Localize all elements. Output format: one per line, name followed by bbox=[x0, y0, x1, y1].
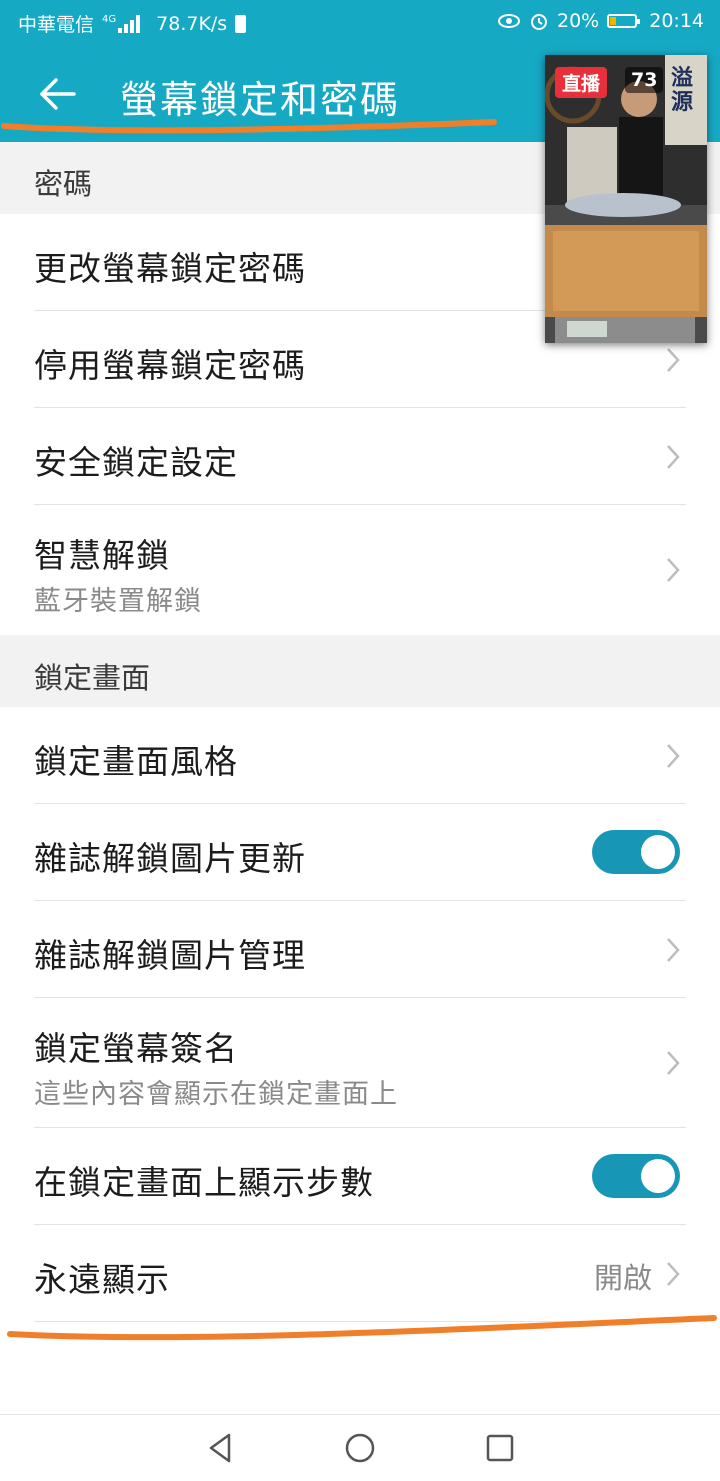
divider bbox=[34, 1321, 686, 1322]
row-show-steps[interactable]: 在鎖定畫面上顯示步數 bbox=[0, 1128, 720, 1224]
page-title: 螢幕鎖定和密碼 bbox=[120, 78, 401, 122]
navigation-bar bbox=[0, 1414, 720, 1481]
shop-sign-text: 溢源 bbox=[671, 66, 694, 115]
row-title: 更改螢幕鎖定密碼 bbox=[34, 249, 306, 288]
live-stream-pip[interactable]: 直播 73 溢源 bbox=[545, 55, 707, 343]
row-title: 停用螢幕鎖定密碼 bbox=[34, 346, 306, 385]
row-subtitle: 藍牙裝置解鎖 bbox=[34, 586, 202, 617]
row-value: 開啟 bbox=[593, 1261, 652, 1295]
chevron-right-icon bbox=[667, 445, 680, 469]
carrier-name: 中華電信 bbox=[18, 14, 95, 36]
row-smart-unlock[interactable]: 智慧解鎖 藍牙裝置解鎖 bbox=[0, 505, 720, 635]
back-button[interactable] bbox=[36, 72, 80, 116]
row-always-on-display[interactable]: 永遠顯示 開啟 bbox=[0, 1225, 720, 1321]
row-title: 鎖定畫面風格 bbox=[34, 742, 238, 781]
nav-back-icon[interactable] bbox=[203, 1431, 237, 1465]
chevron-right-icon bbox=[667, 1051, 680, 1075]
section-header-label: 鎖定畫面 bbox=[34, 661, 151, 695]
nav-recents-icon[interactable] bbox=[483, 1431, 517, 1465]
row-title: 智慧解鎖 bbox=[34, 536, 170, 575]
toggle-knob bbox=[641, 835, 675, 869]
back-arrow-icon bbox=[40, 78, 76, 110]
row-lock-screen-signature[interactable]: 鎖定螢幕簽名 這些內容會顯示在鎖定畫面上 bbox=[0, 998, 720, 1127]
row-title: 雜誌解鎖圖片更新 bbox=[34, 839, 306, 878]
toggle-knob bbox=[641, 1159, 675, 1193]
network-type: 4G bbox=[102, 13, 117, 25]
row-magazine-unlock-update[interactable]: 雜誌解鎖圖片更新 bbox=[0, 804, 720, 900]
nav-home-icon[interactable] bbox=[343, 1431, 377, 1465]
row-title: 在鎖定畫面上顯示步數 bbox=[34, 1163, 374, 1202]
eye-icon bbox=[498, 14, 520, 28]
row-magazine-unlock-manage[interactable]: 雜誌解鎖圖片管理 bbox=[0, 901, 720, 997]
network-speed: 78.7K/s bbox=[156, 12, 228, 35]
chevron-right-icon bbox=[667, 744, 680, 768]
row-lock-screen-style[interactable]: 鎖定畫面風格 bbox=[0, 707, 720, 803]
live-badge: 直播 bbox=[555, 67, 608, 98]
section-header-lock-screen: 鎖定畫面 bbox=[0, 635, 720, 707]
row-title: 永遠顯示 bbox=[34, 1260, 170, 1299]
row-title: 鎖定螢幕簽名 bbox=[34, 1029, 238, 1068]
alarm-icon bbox=[531, 14, 547, 30]
show-steps-toggle[interactable] bbox=[592, 1154, 680, 1198]
status-bar: 中華電信 4G 78.7K/s 20% 20:14 bbox=[0, 0, 720, 44]
chevron-right-icon bbox=[667, 348, 680, 372]
section-header-label: 密碼 bbox=[34, 167, 93, 201]
sim-icon bbox=[235, 14, 247, 33]
battery-icon bbox=[607, 14, 641, 28]
signal-icon: 4G bbox=[102, 13, 148, 33]
row-secure-lock-settings[interactable]: 安全鎖定設定 bbox=[0, 408, 720, 504]
battery-percent: 20% bbox=[557, 10, 600, 32]
chevron-right-icon bbox=[667, 938, 680, 962]
chevron-right-icon bbox=[667, 1262, 680, 1286]
row-title: 安全鎖定設定 bbox=[34, 443, 238, 482]
chevron-right-icon bbox=[667, 558, 680, 582]
magazine-update-toggle[interactable] bbox=[592, 830, 680, 874]
row-title: 雜誌解鎖圖片管理 bbox=[34, 936, 306, 975]
row-subtitle: 這些內容會顯示在鎖定畫面上 bbox=[34, 1079, 398, 1110]
clock: 20:14 bbox=[649, 10, 704, 32]
viewer-count-badge: 73 bbox=[625, 67, 664, 93]
